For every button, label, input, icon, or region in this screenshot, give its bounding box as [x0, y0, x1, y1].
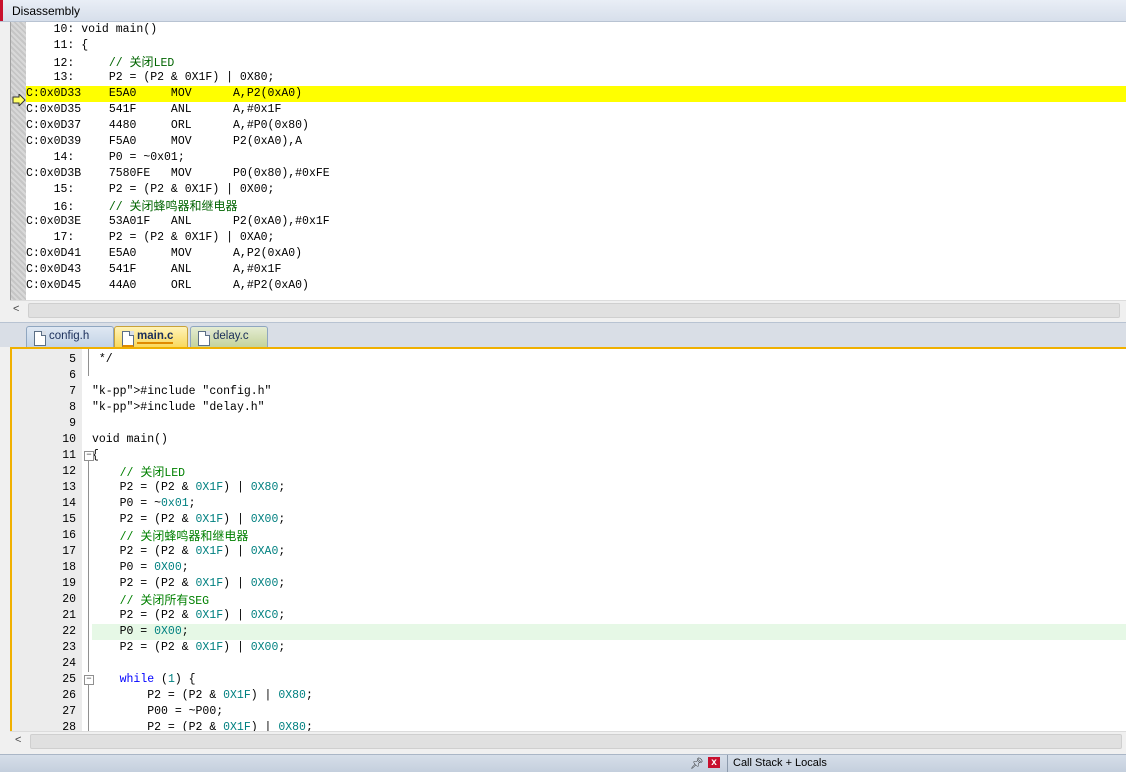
disassembly-title: Disassembly	[12, 4, 81, 18]
disassembly-gutter	[11, 22, 26, 300]
call-stack-locals-tab[interactable]: Call Stack + Locals	[733, 757, 827, 769]
line-number: 16	[62, 529, 76, 542]
pin-icon[interactable]: 📌︎	[690, 757, 704, 770]
file-icon	[122, 331, 134, 347]
line-number: 22	[62, 625, 76, 638]
code-line[interactable]: P0 = ~0x01;	[92, 496, 1126, 512]
disassembly-source-line[interactable]: 10: void main()	[26, 22, 1126, 38]
code-line[interactable]: P2 = (P2 & 0X1F) | 0X80;	[92, 480, 1126, 496]
title-bar-accent	[0, 0, 3, 21]
disassembly-instruction-line[interactable]: C:0x0D3B 7580FE MOV P0(0x80),#0xFE	[26, 166, 1126, 182]
disassembly-horizontal-scrollbar[interactable]: <	[10, 300, 1126, 318]
code-line[interactable]	[92, 656, 1126, 672]
line-number: 21	[62, 609, 76, 622]
fold-guide-line	[88, 461, 89, 672]
current-instruction-arrow-icon	[12, 94, 26, 106]
scroll-left-icon[interactable]: <	[13, 303, 19, 315]
disassembly-instruction-line[interactable]: C:0x0D3E 53A01F ANL P2(0xA0),#0x1F	[26, 214, 1126, 230]
line-number: 13	[62, 481, 76, 494]
tab-delay-c[interactable]: delay.c	[190, 326, 268, 347]
line-number: 17	[62, 545, 76, 558]
tab-main-c[interactable]: main.c	[114, 326, 188, 347]
line-number: 18	[62, 561, 76, 574]
editor-horizontal-scrollbar[interactable]: <	[10, 731, 1126, 749]
tab-label: main.c	[137, 330, 174, 344]
code-line[interactable]	[92, 416, 1126, 432]
scrollbar-thumb[interactable]	[30, 734, 1122, 749]
disassembly-source-line[interactable]: 17: P2 = (P2 & 0X1F) | 0XA0;	[26, 230, 1126, 246]
code-line[interactable]: P2 = (P2 & 0X1F) | 0X00;	[92, 640, 1126, 656]
fold-toggle-icon[interactable]: −	[84, 675, 94, 685]
code-line[interactable]	[92, 368, 1126, 384]
code-line[interactable]: while (1) {	[92, 672, 1126, 688]
code-editor[interactable]: 5 6 7 8 9 10 11 12 13 14 15 16 17 18 19 20 21 22 23 24 25 26 2…	[10, 347, 1126, 732]
code-line[interactable]: // 关闭蜂鸣器和继电器	[92, 528, 1126, 544]
code-line[interactable]: // 关闭所有SEG	[92, 592, 1126, 608]
code-line[interactable]: P2 = (P2 & 0X1F) | 0X80;	[92, 688, 1126, 704]
tab-label: delay.c	[213, 330, 249, 342]
disassembly-instruction-line[interactable]: C:0x0D41 E5A0 MOV A,P2(0xA0)	[26, 246, 1126, 262]
tab-config-h[interactable]: config.h	[26, 326, 114, 347]
disassembly-source-line[interactable]: 13: P2 = (P2 & 0X1F) | 0X80;	[26, 70, 1126, 86]
disassembly-instruction-line[interactable]: C:0x0D45 44A0 ORL A,#P2(0xA0)	[26, 278, 1126, 294]
fold-guide-line	[88, 685, 89, 732]
file-icon	[198, 331, 210, 346]
code-line[interactable]: // 关闭LED	[92, 464, 1126, 480]
line-number: 20	[62, 593, 76, 606]
disassembly-source-line[interactable]: 15: P2 = (P2 & 0X1F) | 0X00;	[26, 182, 1126, 198]
disassembly-source-line[interactable]: 11: {	[26, 38, 1126, 54]
line-number: 12	[62, 465, 76, 478]
line-number: 11	[62, 449, 76, 462]
divider	[727, 755, 728, 772]
scroll-left-icon[interactable]: <	[15, 734, 21, 746]
fold-toggle-icon[interactable]: −	[84, 451, 94, 461]
code-line[interactable]: P2 = (P2 & 0X1F) | 0XA0;	[92, 544, 1126, 560]
line-number: 14	[62, 497, 76, 510]
disassembly-instruction-line[interactable]: C:0x0D37 4480 ORL A,#P0(0x80)	[26, 118, 1126, 134]
code-line[interactable]: */	[92, 352, 1126, 368]
code-line[interactable]: P2 = (P2 & 0X1F) | 0XC0;	[92, 608, 1126, 624]
disassembly-instruction-line[interactable]: C:0x0D33 E5A0 MOV A,P2(0xA0)	[26, 86, 1126, 102]
code-line[interactable]: P0 = 0X00;	[92, 624, 1126, 640]
bottom-panel-bar: 📌︎ x Call Stack + Locals	[0, 754, 1126, 772]
line-number: 15	[62, 513, 76, 526]
line-number-gutter: 5 6 7 8 9 10 11 12 13 14 15 16 17 18 19 20 21 22 23 24 25 26 2…	[12, 349, 82, 732]
line-number: 5	[69, 353, 76, 366]
disassembly-source-line[interactable]: 16: // 关闭蜂鸣器和继电器	[26, 198, 1126, 214]
code-line[interactable]: "k-pp">#include "delay.h"	[92, 400, 1126, 416]
line-number: 27	[62, 705, 76, 718]
disassembly-source-line[interactable]: 14: P0 = ~0x01;	[26, 150, 1126, 166]
code-line[interactable]: "k-pp">#include "config.h"	[92, 384, 1126, 400]
line-number: 19	[62, 577, 76, 590]
disassembly-title-bar: Disassembly	[0, 0, 1126, 22]
scrollbar-thumb[interactable]	[28, 303, 1120, 318]
line-number: 6	[69, 369, 76, 382]
line-number: 9	[69, 417, 76, 430]
disassembly-pane[interactable]: 10: void main() 11: { 12: // 关闭LED 13: P…	[10, 22, 1126, 300]
disassembly-instruction-line[interactable]: C:0x0D43 541F ANL A,#0x1F	[26, 262, 1126, 278]
code-line[interactable]: P0 = 0X00;	[92, 560, 1126, 576]
code-line[interactable]: P00 = ~P00;	[92, 704, 1126, 720]
line-number: 23	[62, 641, 76, 654]
file-icon	[34, 331, 46, 346]
close-icon[interactable]: x	[708, 757, 720, 768]
fold-guide-line	[88, 349, 89, 376]
disassembly-instruction-line[interactable]: C:0x0D35 541F ANL A,#0x1F	[26, 102, 1126, 118]
code-line[interactable]: P2 = (P2 & 0X1F) | 0X00;	[92, 512, 1126, 528]
disassembly-source-line[interactable]: 12: // 关闭LED	[26, 54, 1126, 70]
line-number: 8	[69, 401, 76, 414]
code-line[interactable]: void main()	[92, 432, 1126, 448]
line-number: 10	[62, 433, 76, 446]
code-line[interactable]: {	[92, 448, 1126, 464]
line-number: 7	[69, 385, 76, 398]
disassembly-instruction-line[interactable]: C:0x0D39 F5A0 MOV P2(0xA0),A	[26, 134, 1126, 150]
line-number: 24	[62, 657, 76, 670]
file-tabs-bar: config.h main.c delay.c	[0, 322, 1126, 347]
line-number: 25	[62, 673, 76, 686]
code-line[interactable]: P2 = (P2 & 0X1F) | 0X00;	[92, 576, 1126, 592]
line-number: 26	[62, 689, 76, 702]
tab-label: config.h	[49, 330, 90, 342]
